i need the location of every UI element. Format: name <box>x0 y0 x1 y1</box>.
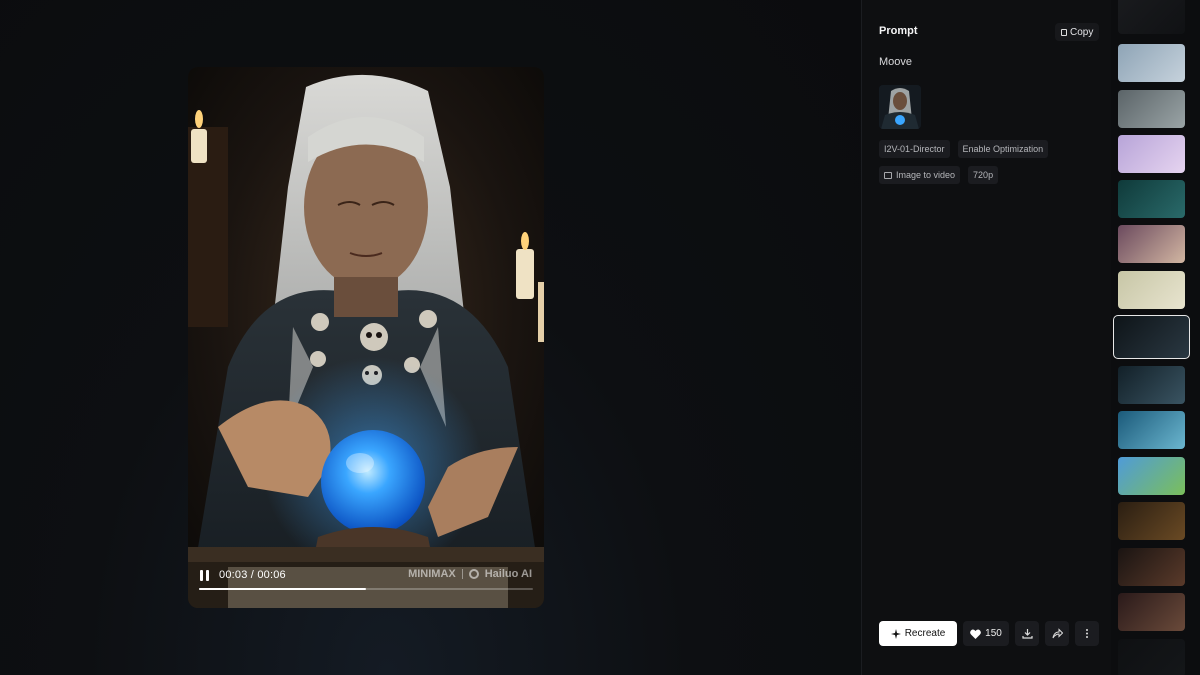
progress-fill <box>199 588 366 590</box>
heart-icon <box>970 628 982 639</box>
app: 00:03 / 00:06 MINIMAX Hailuo AI Prompt C… <box>0 0 1200 675</box>
thumb-dark-end[interactable] <box>1118 639 1185 675</box>
current-time: 00:03 <box>219 569 248 581</box>
thumb-room-portrait[interactable] <box>1118 225 1185 263</box>
thumb-figures[interactable] <box>1118 0 1185 34</box>
tag-resolution: 720p <box>968 166 999 184</box>
thumb-dark-room[interactable] <box>1118 502 1185 540</box>
watermark-hailuo: Hailuo AI <box>484 568 532 580</box>
thumb-flying-dog[interactable] <box>1118 457 1185 495</box>
thumb-fog-figure[interactable] <box>1118 90 1185 128</box>
thumb-green-figure[interactable] <box>1118 180 1185 218</box>
generation-tags: I2V-01-Director Enable Optimization Imag… <box>879 140 1104 184</box>
share-button[interactable] <box>1045 621 1069 646</box>
pause-button[interactable] <box>200 570 212 582</box>
time-display: 00:03 / 00:06 <box>219 569 286 581</box>
thumb-woman-pink[interactable] <box>1118 135 1185 173</box>
recreate-button[interactable]: Recreate <box>879 621 957 646</box>
pause-icon <box>200 570 203 581</box>
player-controls: 00:03 / 00:06 MINIMAX Hailuo AI <box>188 566 544 608</box>
thumb-stage-figure[interactable] <box>1118 366 1185 404</box>
watermark: MINIMAX Hailuo AI <box>408 568 532 580</box>
copy-button[interactable]: Copy <box>1055 23 1100 41</box>
tag-optimization-label: Enable Optimization <box>962 144 1044 154</box>
image-icon <box>884 171 892 179</box>
tag-optimization: Enable Optimization <box>957 140 1049 158</box>
thumb-hall-figure[interactable] <box>1118 593 1185 631</box>
sparkle-icon <box>890 628 901 639</box>
prompt-text: Moove <box>879 56 913 68</box>
thumb-bird-flight[interactable] <box>1118 271 1185 309</box>
thumb-man-suit[interactable] <box>1118 548 1185 586</box>
watermark-divider <box>461 569 463 579</box>
reference-image-thumbnail[interactable] <box>879 85 921 129</box>
recreate-label: Recreate <box>904 628 946 639</box>
watermark-minimax: MINIMAX <box>408 568 456 580</box>
hailuo-logo-icon <box>468 569 479 579</box>
details-panel: Prompt Copy Moove I2V-01-Director Enable… <box>861 0 1111 675</box>
time-separator: / <box>247 569 258 581</box>
more-options-button[interactable] <box>1075 621 1099 646</box>
like-button[interactable]: 150 <box>963 621 1009 646</box>
thumbnail-rail <box>1111 0 1200 675</box>
tag-mode-label: Image to video <box>896 170 956 180</box>
prompt-heading: Prompt <box>879 25 918 37</box>
like-count: 150 <box>985 628 1002 639</box>
tag-mode: Image to video <box>879 166 961 184</box>
thumb-ocean-wave[interactable] <box>1118 411 1185 449</box>
download-button[interactable] <box>1015 621 1039 646</box>
share-icon <box>1052 628 1063 639</box>
progress-bar[interactable] <box>199 588 533 590</box>
copy-label: Copy <box>1070 26 1094 38</box>
download-icon <box>1021 629 1033 639</box>
duration: 00:06 <box>257 569 286 581</box>
tag-model-label: I2V-01-Director <box>884 144 945 154</box>
video-player[interactable]: 00:03 / 00:06 MINIMAX Hailuo AI <box>188 67 544 608</box>
tag-resolution-label: 720p <box>973 170 994 180</box>
tag-model: I2V-01-Director <box>879 140 950 158</box>
action-bar: Recreate 150 <box>879 621 1099 646</box>
more-icon <box>1086 629 1088 638</box>
video-stage: 00:03 / 00:06 MINIMAX Hailuo AI <box>0 0 861 675</box>
thumb-witch-active[interactable] <box>1113 315 1190 359</box>
thumb-snow-creature[interactable] <box>1118 44 1185 82</box>
video-frame <box>188 67 544 608</box>
copy-icon <box>1061 28 1067 36</box>
